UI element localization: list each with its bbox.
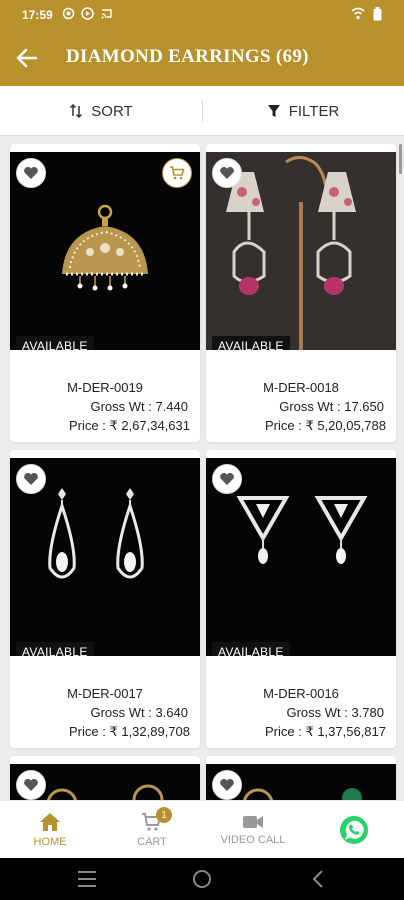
product-image[interactable] <box>10 764 200 800</box>
product-image[interactable]: AVAILABLE <box>206 152 396 350</box>
system-navigation-bar <box>0 858 404 900</box>
product-code: M-DER-0016 <box>263 686 339 701</box>
home-nav-icon[interactable] <box>193 870 211 888</box>
product-card[interactable] <box>206 756 396 800</box>
nav-home[interactable]: HOME <box>0 801 100 859</box>
bottom-nav: HOME 1 CART VIDEO CALL <box>0 800 404 858</box>
filter-icon <box>267 105 280 117</box>
page-title: DIAMOND EARRINGS (69) <box>66 46 309 67</box>
product-code: M-DER-0018 <box>263 380 339 395</box>
back-nav-icon[interactable] <box>312 870 323 888</box>
gross-weight: Gross Wt : 3.780 <box>286 705 384 720</box>
favorite-button[interactable] <box>16 158 46 188</box>
product-image[interactable]: AVAILABLE <box>10 152 200 350</box>
favorite-button[interactable] <box>212 158 242 188</box>
availability-badge: AVAILABLE <box>16 642 94 656</box>
product-code: M-DER-0019 <box>67 380 143 395</box>
cart-count-badge: 1 <box>156 807 172 823</box>
whatsapp-icon <box>340 816 368 844</box>
home-icon <box>40 813 60 831</box>
status-bar: 17:59 <box>0 0 404 30</box>
gross-weight: Gross Wt : 17.650 <box>279 399 384 414</box>
heart-icon <box>220 166 234 179</box>
add-to-cart-button[interactable] <box>162 158 192 188</box>
product-image[interactable]: AVAILABLE <box>206 458 396 656</box>
heart-icon <box>24 778 38 791</box>
media-icon <box>81 7 94 23</box>
favorite-button[interactable] <box>212 770 242 800</box>
scrollbar[interactable] <box>399 144 402 174</box>
product-card[interactable]: AVAILABLE M-DER-0018 Gross Wt : 17.650 P… <box>206 144 396 442</box>
product-card[interactable]: AVAILABLE M-DER-0016 Gross Wt : 3.780 Pr… <box>206 450 396 748</box>
video-camera-icon <box>243 816 263 828</box>
system-nav-icons <box>78 870 323 888</box>
arrow-left-icon <box>16 48 38 68</box>
availability-badge: AVAILABLE <box>212 336 290 350</box>
sort-label: SORT <box>91 102 133 120</box>
app-bar: DIAMOND EARRINGS (69) <box>0 30 404 86</box>
nav-video-call[interactable]: VIDEO CALL <box>203 801 303 859</box>
nav-cart-label: CART <box>137 836 167 848</box>
heart-icon <box>220 472 234 485</box>
filter-button[interactable]: FILTER <box>202 86 404 136</box>
sort-button[interactable]: SORT <box>0 86 202 136</box>
notification-icons <box>62 7 113 23</box>
availability-badge: AVAILABLE <box>212 642 290 656</box>
product-price: Price : ₹ 2,67,34,631 <box>68 418 190 433</box>
battery-icon <box>373 7 382 24</box>
gross-weight: Gross Wt : 3.640 <box>90 705 188 720</box>
product-price: Price : ₹ 1,37,56,817 <box>264 724 386 739</box>
product-price: Price : ₹ 5,20,05,788 <box>264 418 386 433</box>
settings-icon <box>62 7 75 23</box>
recent-apps-icon[interactable] <box>78 871 96 887</box>
gross-weight: Gross Wt : 7.440 <box>90 399 188 414</box>
whatsapp-button[interactable] <box>304 801 404 859</box>
product-code: M-DER-0017 <box>67 686 143 701</box>
status-time: 17:59 <box>22 8 53 22</box>
product-card[interactable]: AVAILABLE M-DER-0019 Gross Wt : 7.440 Pr… <box>10 144 200 442</box>
wifi-icon <box>351 7 365 24</box>
back-button[interactable] <box>12 44 44 72</box>
cart-icon <box>170 166 185 180</box>
product-grid[interactable]: AVAILABLE M-DER-0019 Gross Wt : 7.440 Pr… <box>0 136 404 800</box>
cast-icon <box>100 7 113 23</box>
filter-label: FILTER <box>288 102 340 120</box>
sort-filter-bar: SORT FILTER <box>0 86 404 136</box>
nav-home-label: HOME <box>33 836 67 848</box>
product-image[interactable] <box>206 764 396 800</box>
nav-cart[interactable]: 1 CART <box>102 801 202 859</box>
favorite-button[interactable] <box>16 770 46 800</box>
heart-icon <box>24 472 38 485</box>
product-card[interactable] <box>10 756 200 800</box>
favorite-button[interactable] <box>212 464 242 494</box>
availability-badge: AVAILABLE <box>16 336 94 350</box>
sort-icon <box>70 103 83 119</box>
product-price: Price : ₹ 1,32,89,708 <box>68 724 190 739</box>
favorite-button[interactable] <box>16 464 46 494</box>
heart-icon <box>24 166 38 179</box>
heart-icon <box>220 778 234 791</box>
nav-video-call-label: VIDEO CALL <box>220 834 286 846</box>
product-image[interactable]: AVAILABLE <box>10 458 200 656</box>
product-card[interactable]: AVAILABLE M-DER-0017 Gross Wt : 3.640 Pr… <box>10 450 200 748</box>
system-status-icons <box>351 7 382 24</box>
